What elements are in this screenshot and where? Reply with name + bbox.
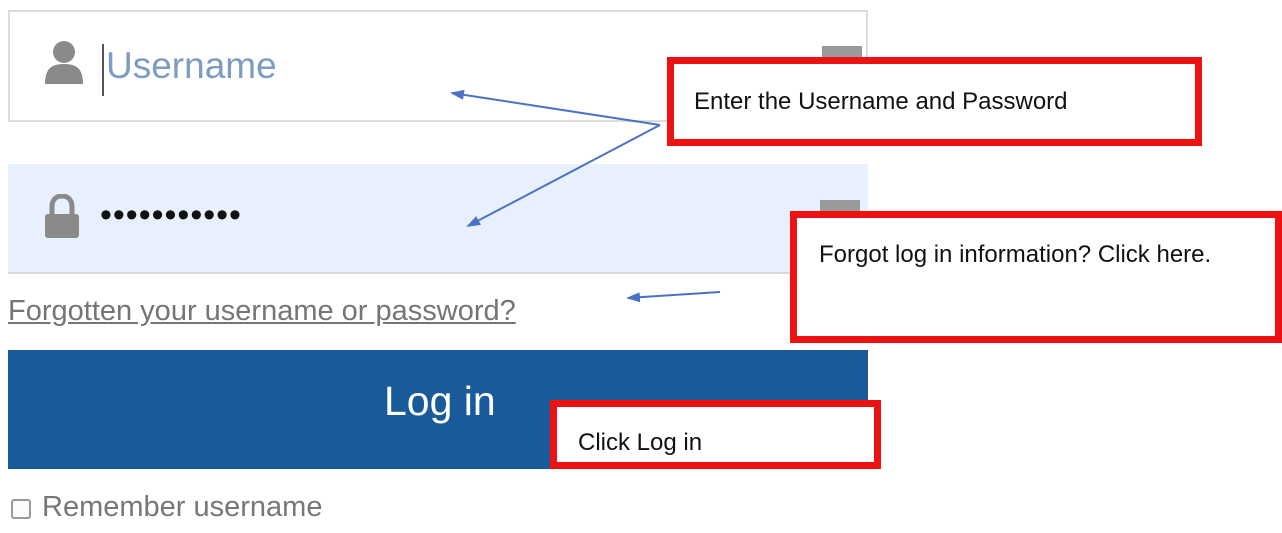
arrow-to-forgot-link [626, 291, 721, 303]
user-icon [45, 41, 83, 84]
text-cursor [102, 44, 104, 96]
lock-icon [45, 194, 79, 238]
callout-credentials: Enter the Username and Password [667, 57, 1202, 146]
callout-forgot: Forgot log in information? Click here. [790, 211, 1282, 343]
password-field[interactable]: ••••••••••• [8, 164, 868, 274]
username-placeholder: Username [106, 45, 277, 86]
password-value: ••••••••••• [100, 196, 242, 234]
login-button-label: Log in [384, 378, 496, 424]
remember-username-checkbox[interactable] [11, 499, 31, 519]
callout-login: Click Log in [550, 400, 881, 469]
callout-forgot-text: Forgot log in information? Click here. [819, 241, 1212, 268]
callout-credentials-text: Enter the Username and Password [694, 88, 1068, 115]
login-screen: Username ••••••••••• Forgotten your user… [0, 0, 1282, 533]
forgot-credentials-link[interactable]: Forgotten your username or password? [8, 295, 516, 328]
callout-login-text: Click Log in [578, 429, 703, 456]
remember-username-label: Remember username [42, 491, 323, 523]
